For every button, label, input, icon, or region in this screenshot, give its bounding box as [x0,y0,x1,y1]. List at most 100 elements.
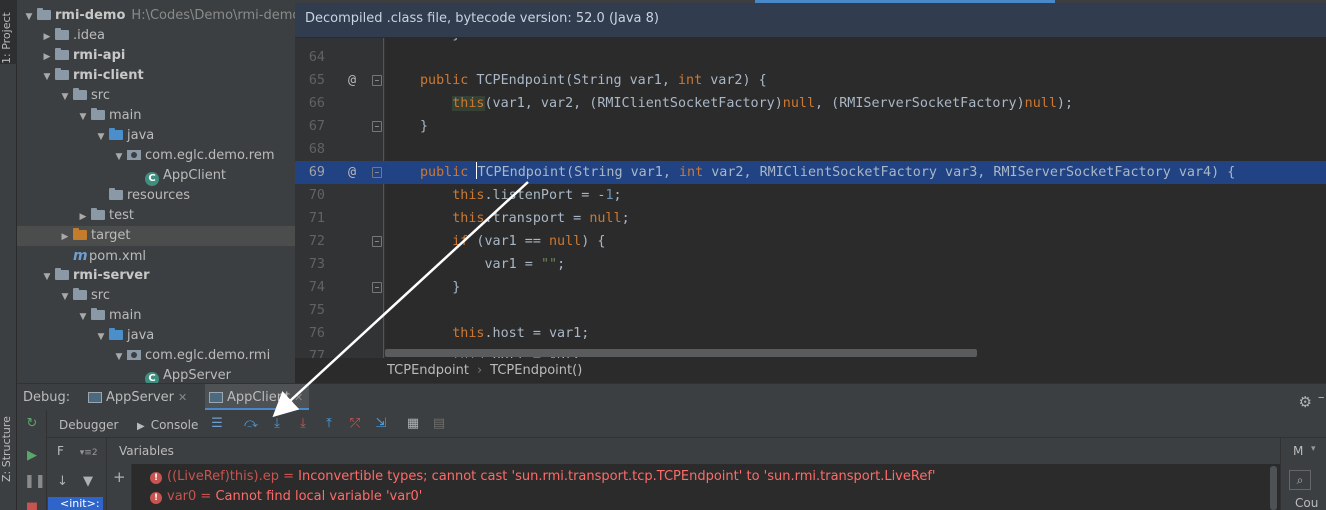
tree-item-label: rmi-client [73,68,144,83]
fold-icon[interactable] [372,75,382,86]
close-icon[interactable]: ✕ [178,391,187,404]
code-text: public TCPEndpoint(String var1, int var2… [420,73,767,88]
chevron-down-icon[interactable]: ▼ [21,7,37,27]
tree-item[interactable]: ▼ main [17,106,295,126]
tree-item[interactable]: ▼ com.eglc.demo.rem [17,146,295,166]
close-icon[interactable]: ✕ [294,391,303,404]
show-execution-point-icon[interactable]: ☰ [209,416,225,432]
tree-item[interactable]: C AppServer [17,366,295,383]
step-over-icon[interactable]: ⤼ [243,416,259,432]
fold-icon[interactable] [372,167,382,178]
override-annotation-icon[interactable]: @ [348,161,356,184]
tab-console[interactable]: ▶ Console [137,414,198,436]
code-line[interactable]: 66 this(var1, var2, (RMIClientSocketFact… [295,92,1326,115]
chevron-right-icon[interactable]: ▶ [75,207,91,227]
chevron-down-icon[interactable]: ▼ [39,67,55,87]
variable-row[interactable]: ! ((LiveRef)this).ep = Inconvertible type… [150,467,935,487]
tree-item[interactable]: ▶ .idea [17,26,295,46]
fold-icon[interactable] [372,236,382,247]
chevron-down-icon[interactable]: ▼ [75,107,91,127]
chevron-down-icon[interactable]: ▼ [111,347,127,367]
chevron-right-icon[interactable]: ▶ [39,27,55,47]
tree-item[interactable]: ▼ java [17,126,295,146]
code-line[interactable]: 69 @ public TCPEndpoint(String var1, int v… [295,161,1326,184]
package-icon [127,350,141,360]
chevron-down-icon[interactable]: ▼ [57,87,73,107]
tree-item[interactable]: ▼ rmi-server [17,266,295,286]
project-tool-tab[interactable]: 1: Project [0,0,17,64]
evaluate-expression-icon[interactable]: ▦ [405,416,421,432]
drop-frame-icon[interactable]: ⤱ [347,416,363,432]
fold-icon[interactable] [372,282,382,293]
pause-icon[interactable]: ❚❚ [24,474,46,490]
step-into-icon[interactable]: ⤓ [269,416,285,432]
active-tab-indicator [755,0,1055,3]
code-line[interactable]: 73 var1 = ""; [295,253,1326,276]
tree-item[interactable]: C AppClient [17,166,295,186]
frame-item-selected[interactable]: <init>: [48,497,103,510]
chevron-down-icon[interactable]: ▼ [111,147,127,167]
breadcrumb-method[interactable]: TCPEndpoint() [490,363,582,378]
force-step-into-icon[interactable]: ⤓ [295,416,311,432]
tree-item[interactable]: ▼ src [17,86,295,106]
tree-item[interactable]: ▶ test [17,206,295,226]
chevron-down-icon[interactable]: ▼ [93,127,109,147]
code-line[interactable]: 70 this.listenPort = -1; [295,184,1326,207]
debug-tab-appclient[interactable]: AppClient ✕ [205,384,310,411]
line-number: 73 [308,257,325,272]
chevron-right-icon[interactable]: ▶ [39,47,55,67]
chevron-down-icon[interactable]: ▼ [93,327,109,347]
chevron-right-icon[interactable]: ▶ [57,227,73,247]
code-line[interactable]: 65 @ public TCPEndpoint(String var1, int v… [295,69,1326,92]
debug-tab-appserver[interactable]: AppServer ✕ [84,384,193,411]
tree-item[interactable]: ▶ target [17,226,295,246]
variable-row[interactable]: ! var0 = Cannot find local variable 'var0… [150,487,422,507]
rerun-icon[interactable]: ↻ [24,416,40,432]
folder-icon [73,228,87,240]
code-line[interactable]: 63 } [295,38,1326,46]
search-icon[interactable]: ⌕ [1289,470,1311,490]
code-line[interactable]: 74 } [295,276,1326,299]
code-line[interactable]: 64 [295,46,1326,69]
tree-item[interactable]: ▼ src [17,286,295,306]
memory-dropdown-icon[interactable]: ▾ [1311,444,1316,454]
tree-item[interactable]: ▼ com.eglc.demo.rmi [17,346,295,366]
breadcrumb-class[interactable]: TCPEndpoint [387,363,469,378]
fold-icon[interactable] [372,121,382,132]
chevron-down-icon[interactable]: ▼ [57,287,73,307]
hide-icon[interactable]: – [1318,384,1326,411]
tree-item[interactable]: ▼ java [17,326,295,346]
tree-item[interactable]: ▼ rmi-demo H:\Codes\Demo\rmi-demo [17,6,295,26]
step-out-icon[interactable]: ⤒ [321,416,337,432]
override-annotation-icon[interactable]: @ [348,69,356,92]
variables-scrollbar[interactable] [1270,466,1277,510]
code-line[interactable]: 76 this.host = var1; [295,322,1326,345]
add-watch-icon[interactable]: + [113,468,126,486]
tree-item[interactable]: resources [17,186,295,206]
line-number: 66 [308,96,325,111]
code-line[interactable]: 75 [295,299,1326,322]
stop-icon[interactable]: ■ [24,500,40,510]
structure-tool-tab[interactable]: Z: Structure [0,412,17,482]
tree-item[interactable]: ▼ main [17,306,295,326]
run-to-cursor-icon[interactable]: ⇲ [373,416,389,432]
code-line[interactable]: 68 [295,138,1326,161]
tree-item[interactable]: ▶ rmi-api [17,46,295,66]
down-arrow-icon[interactable]: ↓ [57,474,68,489]
resume-icon[interactable]: ▶ [24,448,40,464]
editor-horizontal-scrollbar[interactable] [385,349,977,357]
code-line[interactable]: 71 this.transport = null; [295,207,1326,230]
tree-item[interactable]: ▼ rmi-client [17,66,295,86]
tree-item[interactable]: mpom.xml [17,246,295,266]
code-line[interactable]: 67} [295,115,1326,138]
tree-item-label: java [127,128,155,143]
folder-icon [73,288,87,300]
trace-icon[interactable]: ▤ [431,416,447,432]
chevron-down-icon[interactable]: ▼ [75,307,91,327]
chevron-down-icon[interactable]: ▼ [39,267,55,287]
filter-icon[interactable]: ▼ [83,474,93,489]
package-icon [127,150,141,160]
code-editor[interactable]: 63 } 64 65 @ public TCPEndpoint(String var1,… [295,38,1326,358]
tab-debugger[interactable]: Debugger [59,414,118,436]
code-line[interactable]: 72 if (var1 == null) { [295,230,1326,253]
